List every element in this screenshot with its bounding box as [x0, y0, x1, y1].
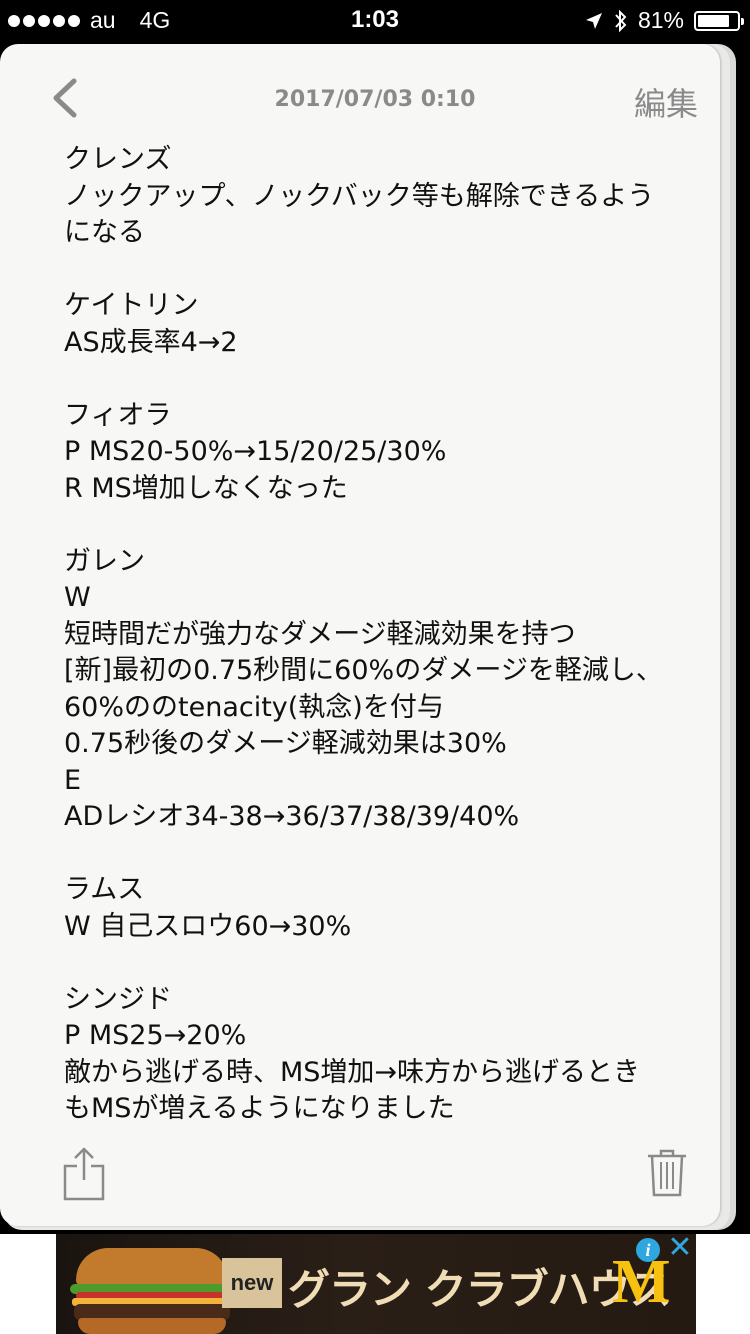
- note-line: AS成長率4→2: [64, 326, 238, 358]
- burger-image: [62, 1240, 242, 1334]
- note-line: [64, 361, 694, 398]
- status-bar: au 4G 1:03 81%: [0, 0, 750, 40]
- note-line: 0.75秒後のダメージ軽減効果は30%: [64, 728, 507, 759]
- ad-new-badge: new: [222, 1258, 282, 1308]
- note-line: ガレン: [64, 545, 145, 577]
- note-line: W: [64, 582, 91, 613]
- note-line: 敵から逃げる時、MS増加→味方から逃げるとき: [64, 1056, 641, 1088]
- note-line: ノックアップ、ノックバック等も解除できるよう: [64, 180, 655, 212]
- battery-percent: 81%: [637, 7, 684, 33]
- note-line: 60%ののtenacity(執念)を付与: [64, 691, 444, 723]
- note-line: W 自己スロウ60→30%: [64, 910, 352, 942]
- ad-close-icon[interactable]: ✕: [666, 1234, 694, 1263]
- note-line: R MS増加しなくなった: [64, 472, 348, 504]
- note-line: 短時間だが強力なダメージ軽減効果を持つ: [64, 618, 576, 650]
- note-line: もMSが増えるようになりました: [64, 1093, 455, 1124]
- location-icon: [585, 12, 602, 29]
- note-line: [64, 945, 694, 982]
- ad-info-icon[interactable]: i: [636, 1238, 660, 1262]
- ad-banner[interactable]: new グラン クラブハウス M i ✕: [56, 1234, 696, 1334]
- note-line: クレンズ: [64, 144, 172, 175]
- note-line: ADレシオ34-38→36/37/38/39/40%: [64, 801, 520, 832]
- share-icon[interactable]: [62, 1146, 106, 1202]
- note-line: E: [64, 764, 82, 796]
- note-line: P MS20-50%→15/20/25/30%: [64, 436, 447, 467]
- bluetooth-icon: [615, 9, 627, 32]
- note-line: P MS25→20%: [64, 1020, 247, 1051]
- battery-icon: [694, 10, 744, 31]
- note-line: ケイトリン: [64, 290, 199, 321]
- note-line: [64, 507, 694, 544]
- note-line: [64, 836, 694, 873]
- note-line: フィオラ: [64, 399, 172, 431]
- note-line: [64, 252, 694, 289]
- note-line: シンジド: [64, 983, 172, 1015]
- note-body[interactable]: クレンズノックアップ、ノックバック等も解除できるよう になるケイトリン AS成長率4…: [64, 142, 694, 1128]
- note-line: になる: [64, 217, 145, 248]
- edit-button[interactable]: 編集: [634, 79, 698, 125]
- battery-level: [698, 14, 729, 27]
- note-line: ラムス: [64, 874, 145, 905]
- note-line: [新]最初の0.75秒間に60%のダメージを軽減し、: [64, 655, 663, 686]
- trash-icon[interactable]: [646, 1148, 688, 1198]
